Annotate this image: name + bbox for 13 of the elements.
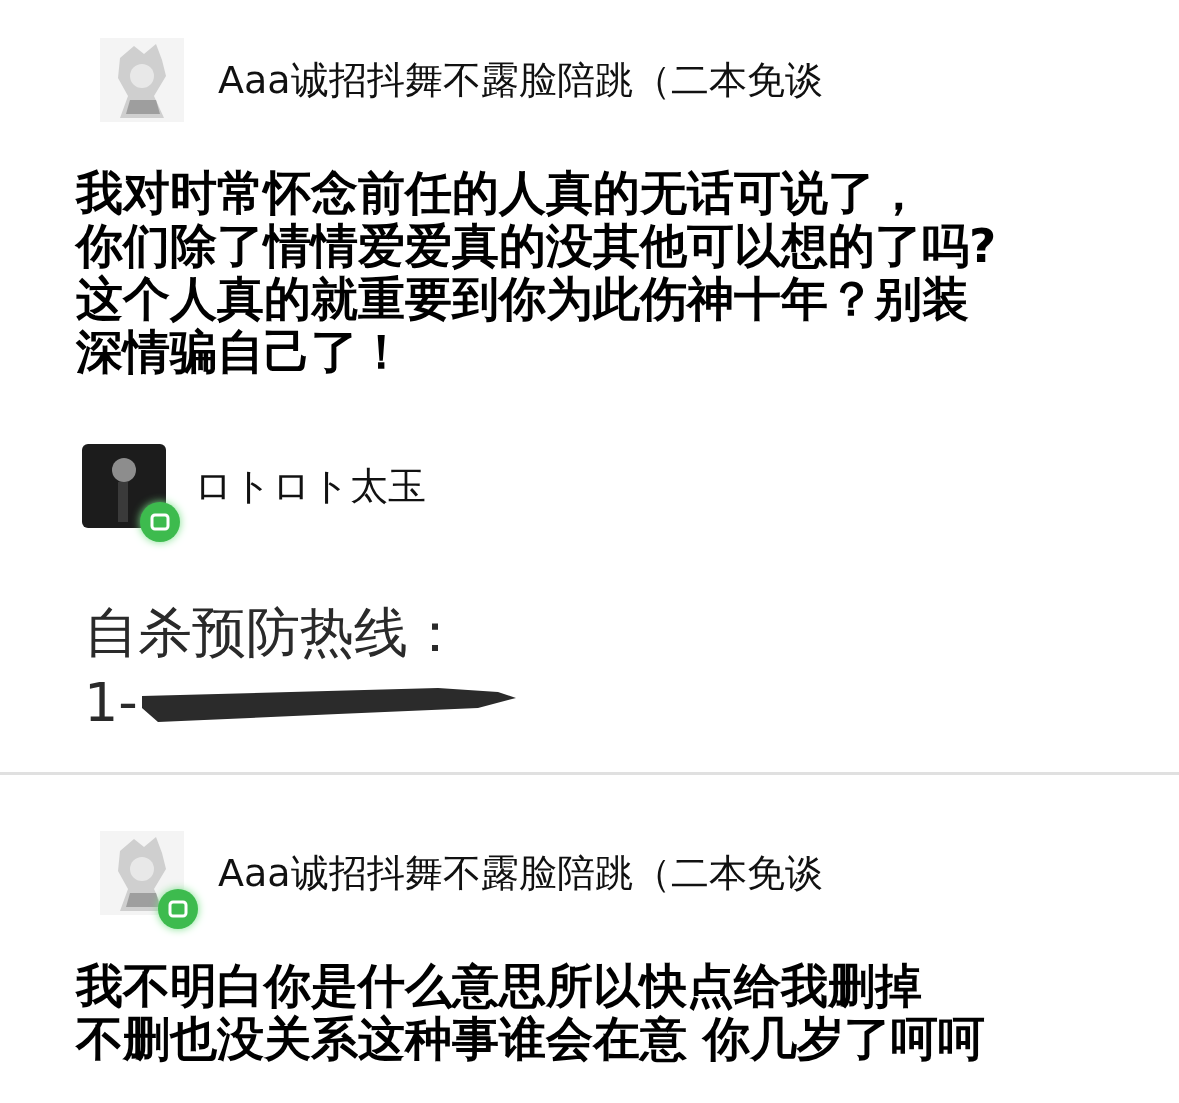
- comment-text: 我不明白你是什么意思所以快点给我删掉: [76, 959, 922, 1012]
- username[interactable]: Aaa诚招抖舞不露脸陪跳（二本免谈: [218, 54, 823, 106]
- badge-icon: [158, 889, 198, 929]
- comment-text: 这个人真的就重要到你为此伤神十年？别装: [76, 272, 969, 325]
- phone-number: 1-: [84, 670, 138, 736]
- comment-text: 自杀预防热线：: [84, 600, 462, 666]
- comment-text: 深情骗自己了！: [76, 325, 405, 378]
- comment-text: 你们除了情情爱爱真的没其他可以想的了吗?: [76, 219, 997, 272]
- username[interactable]: Aaa诚招抖舞不露脸陪跳（二本免谈: [218, 847, 823, 899]
- comment-text: 我对时常怀念前任的人真的无话可说了，: [76, 166, 922, 219]
- comment-text: 不删也没关系这种事谁会在意 你几岁了呵呵: [76, 1012, 986, 1065]
- badge-icon: [140, 502, 180, 542]
- username[interactable]: ロトロト太玉: [194, 460, 426, 512]
